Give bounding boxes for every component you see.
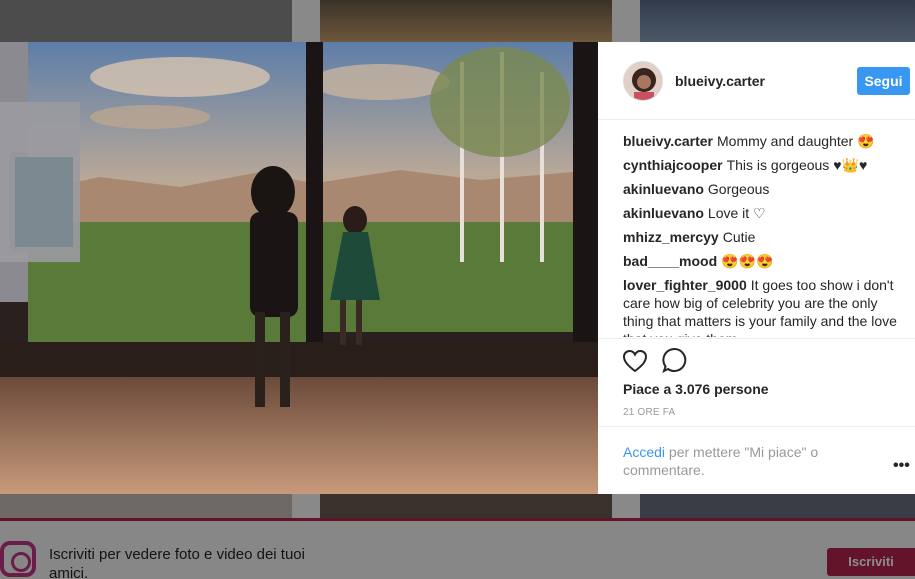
avatar[interactable]: [623, 61, 663, 101]
comment-username[interactable]: bad____mood: [623, 253, 717, 269]
post-photo-image: [0, 42, 598, 494]
like-count[interactable]: Piace a 3.076 persone: [623, 381, 769, 397]
comment-username[interactable]: cynthiajcooper: [623, 157, 723, 173]
login-link[interactable]: Accedi: [623, 444, 665, 460]
comments-list[interactable]: blueivy.carter Mommy and daughter 😍 cynth…: [623, 132, 905, 337]
login-prompt: Accedi per mettere "Mi piace" o commenta…: [598, 426, 915, 494]
comment-text: Cutie: [722, 229, 756, 245]
post-username[interactable]: blueivy.carter: [675, 73, 765, 89]
comment-item: cynthiajcooper This is gorgeous ♥👑♥: [623, 156, 905, 174]
comment-username[interactable]: akinluevano: [623, 205, 704, 221]
post-header: blueivy.carter Segui: [598, 42, 915, 120]
comment-text: Mommy and daughter 😍: [717, 133, 875, 149]
avatar-image: [624, 62, 662, 100]
post-photo[interactable]: [0, 42, 598, 494]
comment-icon[interactable]: [662, 347, 688, 373]
comment-username[interactable]: akinluevano: [623, 181, 704, 197]
comment-item: blueivy.carter Mommy and daughter 😍: [623, 132, 905, 150]
comment-item: akinluevano Gorgeous: [623, 180, 905, 198]
post-actions: [598, 338, 915, 378]
login-prompt-text: Accedi per mettere "Mi piace" o commenta…: [623, 443, 853, 479]
comment-item: lover_fighter_9000 It goes too show i don…: [623, 276, 905, 337]
follow-button[interactable]: Segui: [857, 67, 910, 95]
comment-item: mhizz_mercyy Cutie: [623, 228, 905, 246]
comment-text: Gorgeous: [707, 181, 770, 197]
post-timestamp[interactable]: 21 ORE FA: [623, 407, 675, 418]
heart-icon[interactable]: [622, 349, 648, 373]
comment-item: akinluevano Love it ♡: [623, 204, 905, 222]
post-side-panel: blueivy.carter Segui blueivy.carter Mommy…: [598, 42, 915, 494]
comment-text: This is gorgeous ♥👑♥: [726, 157, 868, 173]
comment-username[interactable]: blueivy.carter: [623, 133, 713, 149]
comment-item: bad____mood 😍😍😍: [623, 252, 905, 270]
comment-username[interactable]: mhizz_mercyy: [623, 229, 719, 245]
post-modal: blueivy.carter Segui blueivy.carter Mommy…: [0, 42, 915, 494]
comment-text: Love it ♡: [707, 205, 766, 221]
comment-text: 😍😍😍: [721, 253, 774, 269]
comment-username[interactable]: lover_fighter_9000: [623, 277, 747, 293]
more-dots-icon[interactable]: •••: [893, 458, 911, 474]
